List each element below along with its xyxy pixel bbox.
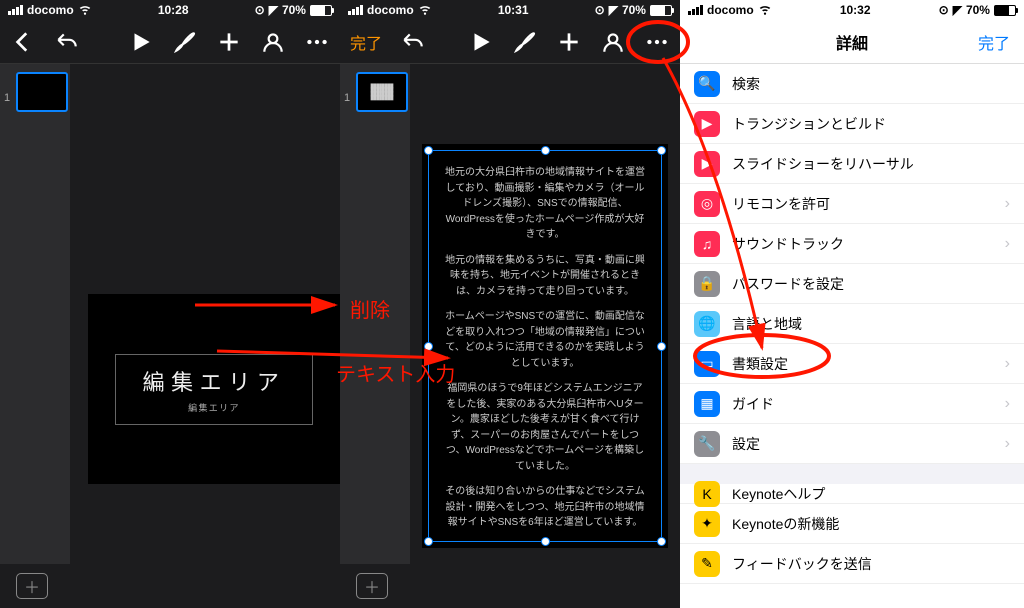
help-icon: K	[694, 481, 720, 507]
search-icon: 🔍	[694, 71, 720, 97]
chevron-right-icon: ›	[1005, 235, 1010, 253]
sparkle-icon: ✦	[694, 511, 720, 537]
menu-list: 🔍検索 ▶トランジションとビルド ▶スライドショーをリハーサル ◎リモコンを許可…	[680, 64, 1024, 608]
battery-icon	[310, 5, 332, 16]
battery-icon	[650, 5, 672, 16]
battery-pct: 70%	[622, 3, 646, 17]
nav-icon: ◤	[269, 3, 278, 17]
menu-help[interactable]: KKeynoteヘルプ	[680, 464, 1024, 504]
bottom-toolbar: ＋	[340, 564, 680, 608]
detail-header: 詳細 完了	[680, 20, 1024, 64]
wifi-icon	[758, 2, 772, 19]
alarm-icon: ⊙	[939, 3, 949, 17]
alarm-icon: ⊙	[595, 3, 605, 17]
status-bar: docomo 10:32 ⊙ ◤ 70%	[680, 0, 1024, 20]
carrier-label: docomo	[27, 3, 74, 17]
collab-button[interactable]	[260, 29, 286, 55]
document-icon: ▭	[694, 351, 720, 377]
phone-screen-1: docomo 10:28 ⊙ ◤ 70% 1	[0, 0, 340, 608]
done-button[interactable]: 完了	[978, 30, 1010, 54]
status-bar: docomo 10:31 ⊙ ◤ 70%	[340, 0, 680, 20]
menu-password[interactable]: 🔒パスワードを設定	[680, 264, 1024, 304]
menu-soundtrack[interactable]: ♫サウンドトラック›	[680, 224, 1024, 264]
nav-icon: ◤	[953, 3, 962, 17]
menu-language[interactable]: 🌐言語と地域	[680, 304, 1024, 344]
clock: 10:31	[498, 3, 529, 17]
battery-icon	[994, 5, 1016, 16]
feedback-icon: ✎	[694, 551, 720, 577]
menu-feedback[interactable]: ✎フィードバックを送信	[680, 544, 1024, 584]
chevron-right-icon: ›	[1005, 355, 1010, 373]
back-button[interactable]	[10, 29, 36, 55]
remote-icon: ◎	[694, 191, 720, 217]
signal-icon	[688, 5, 703, 15]
bottom-toolbar: ＋	[0, 564, 340, 608]
menu-guides[interactable]: ▦ガイド›	[680, 384, 1024, 424]
toolbar: 完了	[340, 20, 680, 64]
menu-settings[interactable]: 🔧設定›	[680, 424, 1024, 464]
add-slide-button[interactable]: ＋	[16, 573, 48, 599]
add-button[interactable]	[216, 29, 242, 55]
undo-button[interactable]	[400, 29, 426, 55]
play-button[interactable]	[468, 29, 494, 55]
lock-icon: 🔒	[694, 271, 720, 297]
annotation-textinput: テキスト入力	[336, 358, 455, 387]
wrench-icon: 🔧	[694, 431, 720, 457]
wifi-icon	[418, 2, 432, 19]
chevron-right-icon: ›	[1005, 195, 1010, 213]
menu-search[interactable]: 🔍検索	[680, 64, 1024, 104]
menu-rehearse[interactable]: ▶スライドショーをリハーサル	[680, 144, 1024, 184]
signal-icon	[8, 5, 23, 15]
brush-button[interactable]	[512, 29, 538, 55]
phone-screen-3: docomo 10:32 ⊙ ◤ 70% 詳細 完了 🔍検索 ▶トランジションと…	[680, 0, 1024, 608]
battery-pct: 70%	[966, 3, 990, 17]
more-button[interactable]	[304, 29, 330, 55]
more-button[interactable]	[644, 29, 670, 55]
menu-transitions[interactable]: ▶トランジションとビルド	[680, 104, 1024, 144]
annotation-delete: 削除	[350, 294, 390, 323]
body-text[interactable]: 地元の大分県臼杵市の地域情報サイトを運営しており、動画撮影・編集やカメラ（オール…	[443, 165, 647, 527]
alarm-icon: ⊙	[255, 3, 265, 17]
chevron-right-icon: ›	[1005, 435, 1010, 453]
menu-document-settings[interactable]: ▭書類設定›	[680, 344, 1024, 384]
slide-canvas[interactable]: 編集エリア 編集エリア	[70, 64, 340, 564]
slide-thumbnail[interactable]: 1	[6, 72, 64, 112]
phone-screen-2: docomo 10:31 ⊙ ◤ 70% 完了 1 ██████████████…	[340, 0, 680, 608]
undo-button[interactable]	[54, 29, 80, 55]
carrier-label: docomo	[367, 3, 414, 17]
carrier-label: docomo	[707, 3, 754, 17]
collab-button[interactable]	[600, 29, 626, 55]
status-bar: docomo 10:28 ⊙ ◤ 70%	[0, 0, 340, 20]
header-title: 詳細	[836, 30, 868, 54]
play-button[interactable]	[128, 29, 154, 55]
slide-canvas[interactable]: 地元の大分県臼杵市の地域情報サイトを運営しており、動画撮影・編集やカメラ（オール…	[410, 64, 680, 564]
guide-icon: ▦	[694, 391, 720, 417]
title-text-box[interactable]: 編集エリア 編集エリア	[115, 354, 312, 425]
add-slide-button[interactable]: ＋	[356, 573, 388, 599]
menu-whatsnew[interactable]: ✦Keynoteの新機能	[680, 504, 1024, 544]
signal-icon	[348, 5, 363, 15]
slide-thumbnail[interactable]: 1 ████████████████████████████████	[346, 72, 404, 112]
music-icon: ♫	[694, 231, 720, 257]
globe-icon: 🌐	[694, 311, 720, 337]
transition-icon: ▶	[694, 111, 720, 137]
battery-pct: 70%	[282, 3, 306, 17]
chevron-right-icon: ›	[1005, 395, 1010, 413]
nav-icon: ◤	[609, 3, 618, 17]
rehearse-icon: ▶	[694, 151, 720, 177]
text-selection[interactable]: 地元の大分県臼杵市の地域情報サイトを運営しており、動画撮影・編集やカメラ（オール…	[428, 150, 662, 542]
wifi-icon	[78, 2, 92, 19]
toolbar	[0, 20, 340, 64]
done-button[interactable]: 完了	[350, 30, 382, 54]
clock: 10:28	[158, 3, 189, 17]
clock: 10:32	[840, 3, 871, 17]
slide-sidebar: 1	[0, 64, 70, 564]
menu-remote[interactable]: ◎リモコンを許可›	[680, 184, 1024, 224]
brush-button[interactable]	[172, 29, 198, 55]
add-button[interactable]	[556, 29, 582, 55]
